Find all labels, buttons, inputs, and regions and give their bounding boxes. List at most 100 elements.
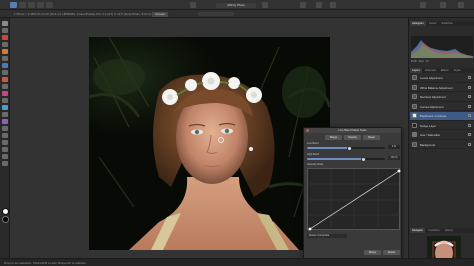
- layer-row[interactable]: Levels Adjustment: [410, 74, 474, 83]
- composite-select[interactable]: Master Composite: [307, 234, 347, 238]
- tone-mapping-persona-tab[interactable]: [37, 2, 44, 8]
- visibility-checkbox[interactable]: [468, 123, 471, 127]
- histogram-rgb[interactable]: RGB: [411, 60, 417, 64]
- visibility-checkbox[interactable]: [468, 133, 471, 137]
- high-bend-slider[interactable]: [307, 156, 385, 162]
- opacity-button[interactable]: Opacity: [344, 135, 361, 140]
- blur-tool-icon[interactable]: [2, 105, 8, 110]
- portrait-photo[interactable]: [89, 37, 330, 250]
- text-tool-icon[interactable]: [2, 133, 8, 138]
- curve-point-start: [308, 227, 312, 231]
- live-blend-dialog[interactable]: Live Blend Mask Node Merge Opacity Reset…: [303, 127, 402, 259]
- tab-effects[interactable]: Effects: [439, 68, 451, 73]
- layer-row[interactable]: Recolour Adjustment: [410, 93, 474, 102]
- layout-icon[interactable]: [190, 2, 196, 8]
- marquee-tool-icon[interactable]: [2, 56, 8, 61]
- studio-icon[interactable]: [420, 2, 426, 8]
- dialog-title: Live Blend Mask Node: [304, 128, 401, 133]
- snapping-icon[interactable]: [262, 2, 268, 8]
- healing-brush-icon[interactable]: [2, 98, 8, 103]
- visibility-checkbox[interactable]: [468, 85, 471, 89]
- view-tool-icon[interactable]: [2, 28, 8, 33]
- delete-button[interactable]: Delete: [383, 250, 400, 255]
- low-bend-fill: [307, 147, 350, 149]
- visibility-checkbox[interactable]: [468, 95, 471, 99]
- close-icon[interactable]: [306, 129, 309, 132]
- crop-tool-icon[interactable]: [2, 35, 8, 40]
- flood-fill-icon[interactable]: [2, 49, 8, 54]
- visibility-checkbox[interactable]: [468, 76, 471, 80]
- context-toolbar: 1 Photo > 2 48% Ps 12.00 (W-d.ref, LB/RG…: [0, 10, 474, 18]
- layer-name: Background: [420, 142, 435, 147]
- arrange-icon[interactable]: [330, 2, 336, 8]
- layer-row-selected[interactable]: Brightness / Contrast: [410, 112, 474, 121]
- high-bend-knob[interactable]: [360, 156, 366, 162]
- layer-row[interactable]: Hue / Saturation: [410, 131, 474, 140]
- visibility-checkbox[interactable]: [468, 114, 471, 118]
- layer-row[interactable]: White Balance Adjustment: [410, 84, 474, 92]
- toolbar-status: 1 Photo > 2 48% Ps 12.00 (W-d.ref, LB/RG…: [14, 11, 169, 16]
- layer-name: Recolour Adjustment: [420, 95, 446, 100]
- title-bar: Affinity Photo: [0, 0, 474, 10]
- zoom-tool-icon[interactable]: [2, 140, 8, 145]
- tab-histogram[interactable]: Histogram: [410, 21, 426, 26]
- layer-name: White Balance Adjustment: [420, 85, 453, 90]
- low-bend-value[interactable]: 0 %: [388, 145, 400, 149]
- clone-tool-icon[interactable]: [2, 77, 8, 82]
- dialog-header-buttons: Merge Opacity Reset: [325, 135, 380, 140]
- primary-color-swatch[interactable]: [1, 208, 9, 215]
- tab-channels[interactable]: Channels: [423, 68, 438, 73]
- merge-button[interactable]: Merge: [325, 135, 342, 140]
- reset-button[interactable]: Reset: [363, 135, 380, 140]
- low-bend-slider[interactable]: [307, 145, 385, 151]
- paint-brush-icon[interactable]: [2, 63, 8, 68]
- liquify-persona-tab[interactable]: [19, 2, 26, 8]
- hand-tool-icon[interactable]: [2, 161, 8, 166]
- histogram-fit[interactable]: Fit: [426, 60, 429, 64]
- move-tool-icon[interactable]: [2, 21, 8, 26]
- curve-plot: [308, 169, 401, 231]
- layer-row[interactable]: Dodge Layer: [410, 122, 474, 130]
- tab-swatches[interactable]: Swatches: [439, 21, 454, 26]
- visibility-checkbox[interactable]: [468, 142, 471, 146]
- visibility-checkbox[interactable]: [468, 104, 471, 108]
- curves-button[interactable]: Curves: [152, 11, 168, 17]
- layer-row[interactable]: Background: [410, 141, 474, 149]
- tab-layers[interactable]: Layers: [410, 68, 422, 73]
- layer-thumbnail: [412, 141, 417, 147]
- tab-transform[interactable]: Transform: [426, 228, 442, 233]
- tab-history[interactable]: History: [443, 228, 455, 233]
- tab-styles[interactable]: Styles: [452, 68, 463, 73]
- dodge-tool-icon[interactable]: [2, 84, 8, 89]
- window-controls-icon[interactable]: [458, 2, 464, 8]
- curve-graph[interactable]: [307, 168, 401, 231]
- studio-panel: Histogram Colour Swatches RGB Raw Fit La…: [408, 18, 474, 266]
- intensity-label: Intensity Ratio: [307, 163, 324, 166]
- tab-navigator[interactable]: Navigator: [410, 228, 426, 233]
- selection-brush-icon[interactable]: [2, 42, 8, 47]
- view-mode-icon[interactable]: [316, 2, 322, 8]
- smudge-tool-icon[interactable]: [2, 112, 8, 117]
- pen-tool-icon[interactable]: [2, 119, 8, 124]
- develop-persona-tab[interactable]: [28, 2, 35, 8]
- persona-tabs: [10, 2, 53, 8]
- eraser-icon[interactable]: [2, 70, 8, 75]
- red-eye-icon[interactable]: [2, 91, 8, 96]
- histogram-raw[interactable]: Raw: [419, 60, 424, 64]
- high-bend-fill: [307, 158, 364, 160]
- apply-button[interactable]: Merge: [364, 250, 381, 255]
- layer-name: Hue / Saturation: [420, 133, 441, 138]
- gradient-tool-icon[interactable]: [2, 154, 8, 159]
- low-bend-knob[interactable]: [347, 145, 353, 151]
- layer-row[interactable]: Curves Adjustment: [410, 103, 474, 111]
- color-picker-icon[interactable]: [2, 147, 8, 152]
- export-persona-tab[interactable]: [46, 2, 53, 8]
- assistant-icon[interactable]: [300, 2, 306, 8]
- tab-colour[interactable]: Colour: [427, 21, 439, 26]
- shape-tool-icon[interactable]: [2, 126, 8, 131]
- high-bend-value[interactable]: 100 %: [388, 156, 400, 160]
- secondary-color-swatch[interactable]: [1, 216, 9, 223]
- settings-icon[interactable]: [440, 2, 446, 8]
- photo-persona-tab[interactable]: [10, 2, 17, 8]
- context-field[interactable]: [198, 12, 234, 16]
